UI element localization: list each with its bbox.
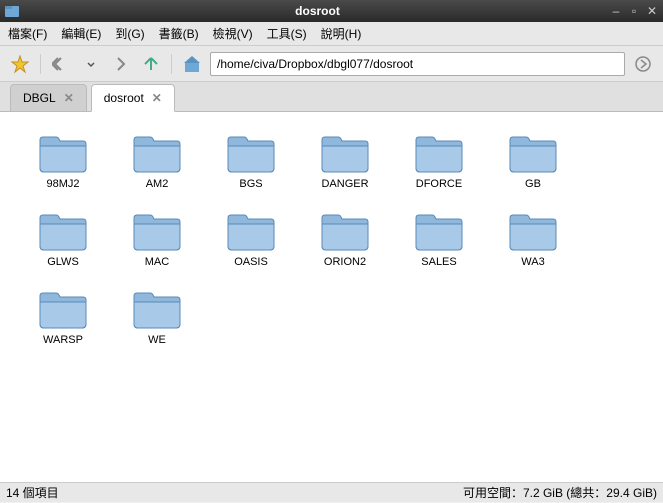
- folder-icon: [132, 288, 182, 330]
- folder-label: AM2: [146, 178, 169, 190]
- folder-item[interactable]: MAC: [110, 206, 204, 272]
- separator: [40, 54, 41, 74]
- go-button[interactable]: [631, 52, 655, 76]
- menubar: 檔案(F) 編輯(E) 到(G) 書籤(B) 檢視(V) 工具(S) 說明(H): [0, 22, 663, 46]
- minimize-button[interactable]: –: [609, 4, 623, 18]
- folder-icon: [320, 210, 370, 252]
- folder-item[interactable]: DFORCE: [392, 128, 486, 194]
- menu-go[interactable]: 到(G): [115, 25, 144, 42]
- folder-icon: [132, 132, 182, 174]
- up-button[interactable]: [139, 52, 163, 76]
- status-space: 可用空間：7.2 GiB (總共：29.4 GiB): [463, 484, 657, 501]
- folder-item[interactable]: ORION2: [298, 206, 392, 272]
- folder-item[interactable]: WA3: [486, 206, 580, 272]
- status-items: 14 個項目: [6, 484, 463, 501]
- folder-item[interactable]: DANGER: [298, 128, 392, 194]
- folder-label: WA3: [521, 256, 544, 268]
- new-tab-button[interactable]: [8, 52, 32, 76]
- maximize-button[interactable]: ▫: [627, 4, 641, 18]
- close-button[interactable]: ✕: [645, 4, 659, 18]
- folder-label: ORION2: [324, 256, 366, 268]
- statusbar: 14 個項目 可用空間：7.2 GiB (總共：29.4 GiB): [0, 482, 663, 502]
- folder-icon: [508, 210, 558, 252]
- tab-dosroot[interactable]: dosroot ✕: [91, 84, 175, 112]
- folder-item[interactable]: SALES: [392, 206, 486, 272]
- folder-item[interactable]: OASIS: [204, 206, 298, 272]
- menu-file[interactable]: 檔案(F): [8, 25, 47, 42]
- titlebar: dosroot – ▫ ✕: [0, 0, 663, 22]
- separator: [171, 54, 172, 74]
- folder-label: SALES: [421, 256, 456, 268]
- folder-label: DANGER: [321, 178, 368, 190]
- menu-tools[interactable]: 工具(S): [267, 25, 307, 42]
- folder-icon: [226, 210, 276, 252]
- folder-icon: [38, 288, 88, 330]
- tab-dbgl[interactable]: DBGL ✕: [10, 84, 87, 111]
- back-button[interactable]: [49, 52, 73, 76]
- folder-label: WE: [148, 334, 166, 346]
- folder-icon: [38, 132, 88, 174]
- history-dropdown[interactable]: [79, 52, 103, 76]
- folder-label: MAC: [145, 256, 169, 268]
- folder-icon: [320, 132, 370, 174]
- folder-item[interactable]: WE: [110, 284, 204, 350]
- folder-item[interactable]: AM2: [110, 128, 204, 194]
- window-controls: – ▫ ✕: [609, 4, 659, 18]
- folder-item[interactable]: 98MJ2: [16, 128, 110, 194]
- toolbar: [0, 46, 663, 82]
- folder-icon: [414, 210, 464, 252]
- forward-button[interactable]: [109, 52, 133, 76]
- folder-label: BGS: [239, 178, 262, 190]
- folder-label: 98MJ2: [46, 178, 79, 190]
- folder-icon: [508, 132, 558, 174]
- tab-close-icon[interactable]: ✕: [152, 91, 162, 105]
- menu-help[interactable]: 說明(H): [321, 25, 362, 42]
- folder-label: DFORCE: [416, 178, 462, 190]
- tab-label: DBGL: [23, 91, 56, 105]
- tab-label: dosroot: [104, 91, 144, 105]
- home-button[interactable]: [180, 52, 204, 76]
- menu-bookmarks[interactable]: 書籤(B): [159, 25, 199, 42]
- file-view[interactable]: 98MJ2 AM2 BGS DANGER DFORCE GB GLWS MAC OASIS ORI…: [0, 112, 663, 482]
- folder-item[interactable]: BGS: [204, 128, 298, 194]
- folder-label: OASIS: [234, 256, 268, 268]
- app-icon: [4, 3, 20, 19]
- folder-item[interactable]: GLWS: [16, 206, 110, 272]
- folder-icon: [226, 132, 276, 174]
- tabbar: DBGL ✕ dosroot ✕: [0, 82, 663, 112]
- menu-view[interactable]: 檢視(V): [213, 25, 253, 42]
- tab-close-icon[interactable]: ✕: [64, 91, 74, 105]
- path-input[interactable]: [210, 52, 625, 76]
- window-title: dosroot: [26, 4, 609, 18]
- folder-label: WARSP: [43, 334, 83, 346]
- folder-label: GLWS: [47, 256, 79, 268]
- folder-label: GB: [525, 178, 541, 190]
- folder-icon: [132, 210, 182, 252]
- icon-grid: 98MJ2 AM2 BGS DANGER DFORCE GB GLWS MAC OASIS ORI…: [16, 128, 647, 350]
- folder-icon: [38, 210, 88, 252]
- folder-item[interactable]: WARSP: [16, 284, 110, 350]
- menu-edit[interactable]: 編輯(E): [61, 25, 101, 42]
- folder-icon: [414, 132, 464, 174]
- folder-item[interactable]: GB: [486, 128, 580, 194]
